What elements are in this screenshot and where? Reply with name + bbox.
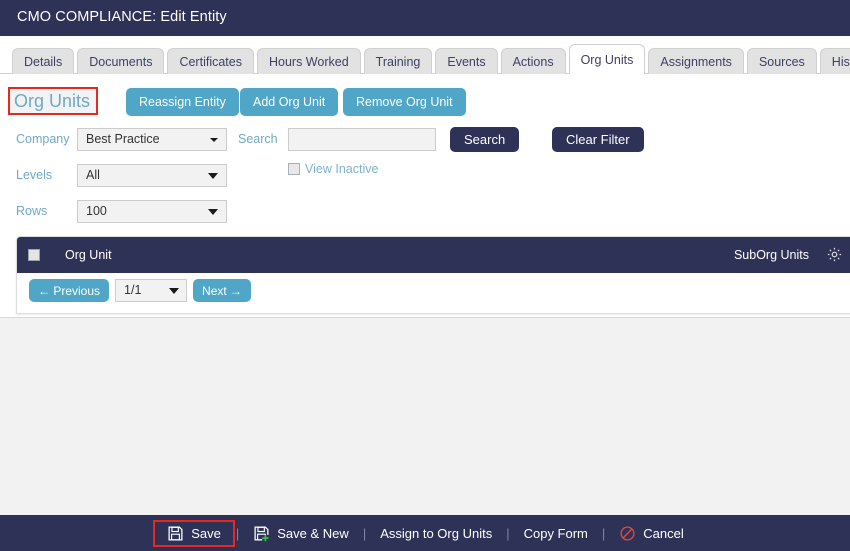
rows-select[interactable]: 100 xyxy=(77,200,227,223)
section-heading-highlight: Org Units xyxy=(8,87,99,115)
grid-pager: ← Previous 1/1 Next → xyxy=(29,279,252,302)
tab-training[interactable]: Training xyxy=(363,47,433,74)
gear-icon[interactable] xyxy=(826,246,843,263)
rows-select-value: 100 xyxy=(86,204,107,218)
tab-assignments[interactable]: Assignments xyxy=(648,47,744,74)
company-select-value: Best Practice xyxy=(86,132,160,146)
section-heading: Org Units xyxy=(14,91,91,111)
footer-copy-form-label: Copy Form xyxy=(523,525,588,541)
grid-header-row: Org Unit SubOrg Units xyxy=(17,237,850,273)
levels-label: Levels xyxy=(16,168,53,182)
footer-bar: Save | Save & New | Assign to Org Units | Copy… xyxy=(0,515,850,551)
footer-save-label: Save xyxy=(191,525,221,541)
column-header-suborg-units[interactable]: SubOrg Units xyxy=(734,248,809,262)
tab-actions[interactable]: Actions xyxy=(500,47,566,74)
next-page-button[interactable]: Next → xyxy=(193,279,252,302)
remove-org-unit-button[interactable]: Remove Org Unit xyxy=(343,88,466,116)
org-units-grid: Org Unit SubOrg Units ← Previous 1/1 Nex… xyxy=(16,236,850,314)
tab-certificates[interactable]: Certificates xyxy=(167,47,254,74)
company-label: Company xyxy=(16,132,70,146)
content-panel: Org Units Reassign Entity Add Org Unit R… xyxy=(0,74,850,318)
footer-assign-to-org-units-button[interactable]: Assign to Org Units xyxy=(367,522,505,545)
footer-copy-form-button[interactable]: Copy Form xyxy=(511,522,601,545)
search-label: Search xyxy=(238,132,278,146)
footer-action-list: Save | Save & New | Assign to Org Units | Copy… xyxy=(0,515,850,551)
chevron-down-icon xyxy=(208,172,218,179)
tab-sources[interactable]: Sources xyxy=(746,47,817,74)
footer-cancel-button[interactable]: Cancel xyxy=(606,521,696,546)
column-header-org-unit[interactable]: Org Unit xyxy=(65,248,112,262)
chevron-down-icon xyxy=(169,287,180,294)
select-all-checkbox[interactable] xyxy=(28,249,40,261)
reassign-entity-button[interactable]: Reassign Entity xyxy=(126,88,239,116)
company-select[interactable]: Best Practice xyxy=(77,128,227,151)
title-bar: CMO COMPLIANCE: Edit Entity xyxy=(0,0,850,36)
floppy-disk-plus-icon xyxy=(253,525,270,542)
chevron-down-icon xyxy=(210,137,218,142)
add-org-unit-button[interactable]: Add Org Unit xyxy=(240,88,339,116)
tab-org-units[interactable]: Org Units xyxy=(568,43,646,74)
page-select-value: 1/1 xyxy=(124,283,142,297)
tab-list: Details Documents Certificates Hours Worked… xyxy=(12,43,850,74)
footer-assign-to-org-units-label: Assign to Org Units xyxy=(380,525,493,541)
levels-select-value: All xyxy=(86,168,100,182)
tab-hours-worked[interactable]: Hours Worked xyxy=(256,47,361,74)
tab-strip: Details Documents Certificates Hours Worked… xyxy=(0,36,850,74)
application-window: CMO COMPLIANCE: Edit Entity Details Docum… xyxy=(0,0,850,551)
search-button[interactable]: Search xyxy=(450,127,520,152)
footer-save-button[interactable]: Save xyxy=(153,519,235,547)
footer-save-and-new-label: Save & New xyxy=(277,525,349,541)
page-select[interactable]: 1/1 xyxy=(115,279,188,302)
tab-details[interactable]: Details xyxy=(12,47,75,74)
grid-body: ← Previous 1/1 Next → xyxy=(17,273,850,313)
page-title: CMO COMPLIANCE: Edit Entity xyxy=(17,9,227,25)
tab-history[interactable]: History xyxy=(819,47,850,74)
clear-filter-button[interactable]: Clear Filter xyxy=(552,127,644,152)
footer-cancel-label: Cancel xyxy=(643,525,684,541)
levels-select[interactable]: All xyxy=(77,164,227,187)
checkbox-box[interactable] xyxy=(288,163,300,175)
view-inactive-label: View Inactive xyxy=(305,162,379,176)
floppy-disk-icon xyxy=(167,525,184,542)
tab-events[interactable]: Events xyxy=(435,47,498,74)
previous-page-button[interactable]: ← Previous xyxy=(29,279,110,302)
rows-label: Rows xyxy=(16,204,48,218)
chevron-down-icon xyxy=(208,208,218,215)
footer-save-and-new-button[interactable]: Save & New xyxy=(240,521,362,546)
view-inactive-checkbox[interactable]: View Inactive xyxy=(288,162,378,176)
tab-documents[interactable]: Documents xyxy=(77,47,165,74)
no-entry-icon xyxy=(619,525,636,542)
search-input[interactable] xyxy=(288,128,436,151)
